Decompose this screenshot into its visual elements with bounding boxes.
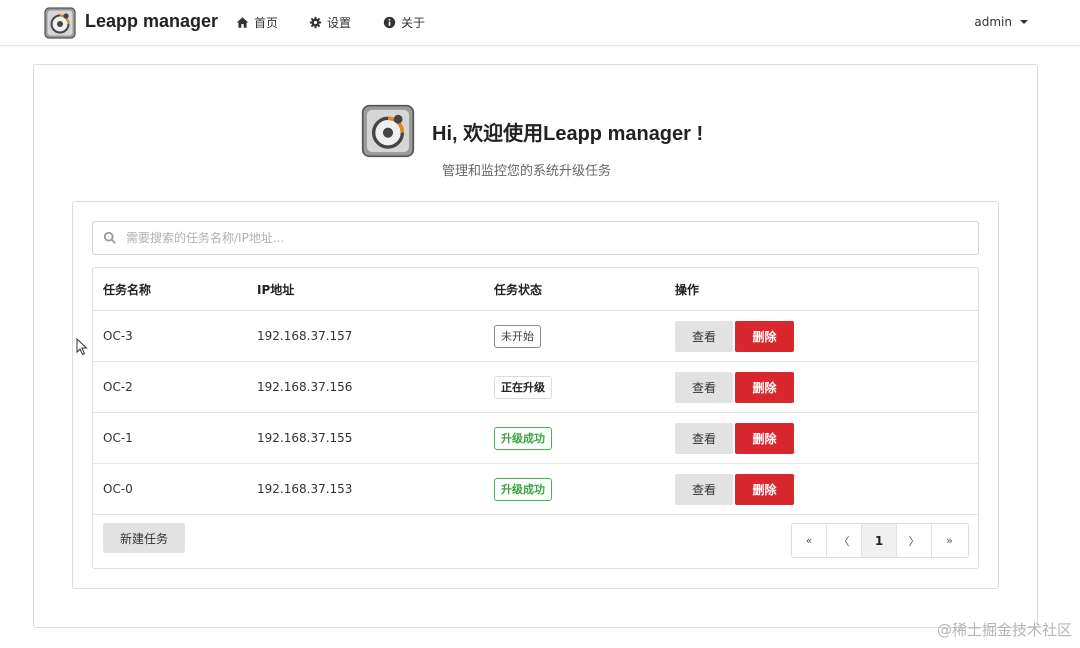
task-name: OC-1 bbox=[103, 431, 133, 445]
nav-item-settings[interactable]: 设置 bbox=[309, 14, 351, 31]
pagination: « 〈 1 〉 » bbox=[791, 523, 969, 558]
page-first-button[interactable]: « bbox=[792, 524, 827, 557]
nav-item-about[interactable]: 关于 bbox=[383, 14, 425, 31]
task-ip: 192.168.37.157 bbox=[257, 329, 353, 343]
task-ip: 192.168.37.153 bbox=[257, 482, 353, 496]
nav-item-home[interactable]: 首页 bbox=[236, 14, 278, 31]
nav-label-home: 首页 bbox=[254, 16, 279, 30]
task-table: 任务名称 IP地址 任务状态 操作 OC-3 192.168.37.157 未开… bbox=[92, 267, 979, 569]
view-button[interactable]: 查看 bbox=[675, 320, 733, 352]
username: admin bbox=[974, 15, 1012, 29]
page-current-button[interactable]: 1 bbox=[862, 524, 897, 557]
nav-label-about: 关于 bbox=[401, 16, 426, 30]
table-header: 任务名称 IP地址 任务状态 操作 bbox=[93, 268, 978, 311]
watermark: @稀土掘金技术社区 bbox=[936, 621, 1072, 639]
task-name: OC-3 bbox=[103, 329, 133, 343]
disk-gear-icon[interactable] bbox=[44, 7, 76, 39]
table-row: OC-2 192.168.37.156 正在升级 查看 删除 bbox=[93, 362, 978, 413]
info-icon bbox=[383, 16, 396, 29]
table-row: OC-1 192.168.37.155 升级成功 查看 删除 bbox=[93, 413, 978, 464]
header-ip: IP地址 bbox=[257, 282, 295, 297]
header-status: 任务状态 bbox=[494, 282, 543, 297]
search-input[interactable] bbox=[126, 231, 946, 245]
status-badge: 正在升级 bbox=[494, 375, 552, 399]
gear-icon bbox=[309, 16, 322, 29]
page-next-button[interactable]: 〉 bbox=[897, 524, 932, 557]
header-actions: 操作 bbox=[675, 282, 700, 297]
top-navbar: Leapp manager 首页 设置 关于 admin bbox=[0, 0, 1080, 46]
status-badge: 未开始 bbox=[494, 324, 541, 348]
mouse-pointer-icon bbox=[76, 338, 88, 356]
view-button[interactable]: 查看 bbox=[675, 473, 733, 505]
delete-button[interactable]: 删除 bbox=[735, 473, 794, 505]
table-row: OC-0 192.168.37.153 升级成功 查看 删除 bbox=[93, 464, 978, 515]
new-task-button[interactable]: 新建任务 bbox=[103, 523, 185, 553]
task-ip: 192.168.37.155 bbox=[257, 431, 353, 445]
delete-button[interactable]: 删除 bbox=[735, 422, 794, 454]
page-subtitle: 管理和监控您的系统升级任务 bbox=[442, 164, 612, 179]
caret-down-icon bbox=[1020, 20, 1028, 24]
nav-label-settings: 设置 bbox=[327, 16, 352, 30]
table-row: OC-3 192.168.37.157 未开始 查看 删除 bbox=[93, 311, 978, 362]
page-prev-button[interactable]: 〈 bbox=[827, 524, 862, 557]
page-last-button[interactable]: » bbox=[932, 524, 967, 557]
delete-button[interactable]: 删除 bbox=[735, 320, 794, 352]
view-button[interactable]: 查看 bbox=[675, 422, 733, 454]
search-icon bbox=[103, 231, 116, 244]
task-name: OC-2 bbox=[103, 380, 133, 394]
task-ip: 192.168.37.156 bbox=[257, 380, 353, 394]
brand-name[interactable]: Leapp manager bbox=[85, 11, 218, 32]
home-icon bbox=[236, 17, 249, 28]
disk-gear-icon bbox=[361, 104, 415, 158]
user-menu[interactable]: admin bbox=[974, 15, 1028, 29]
view-button[interactable]: 查看 bbox=[675, 371, 733, 403]
status-badge: 升级成功 bbox=[494, 426, 552, 450]
header-task-name: 任务名称 bbox=[103, 282, 152, 297]
task-name: OC-0 bbox=[103, 482, 133, 496]
page-title: Hi, 欢迎使用Leapp manager ! bbox=[432, 123, 704, 145]
search-box[interactable] bbox=[92, 221, 979, 255]
status-badge: 升级成功 bbox=[494, 477, 552, 501]
delete-button[interactable]: 删除 bbox=[735, 371, 794, 403]
